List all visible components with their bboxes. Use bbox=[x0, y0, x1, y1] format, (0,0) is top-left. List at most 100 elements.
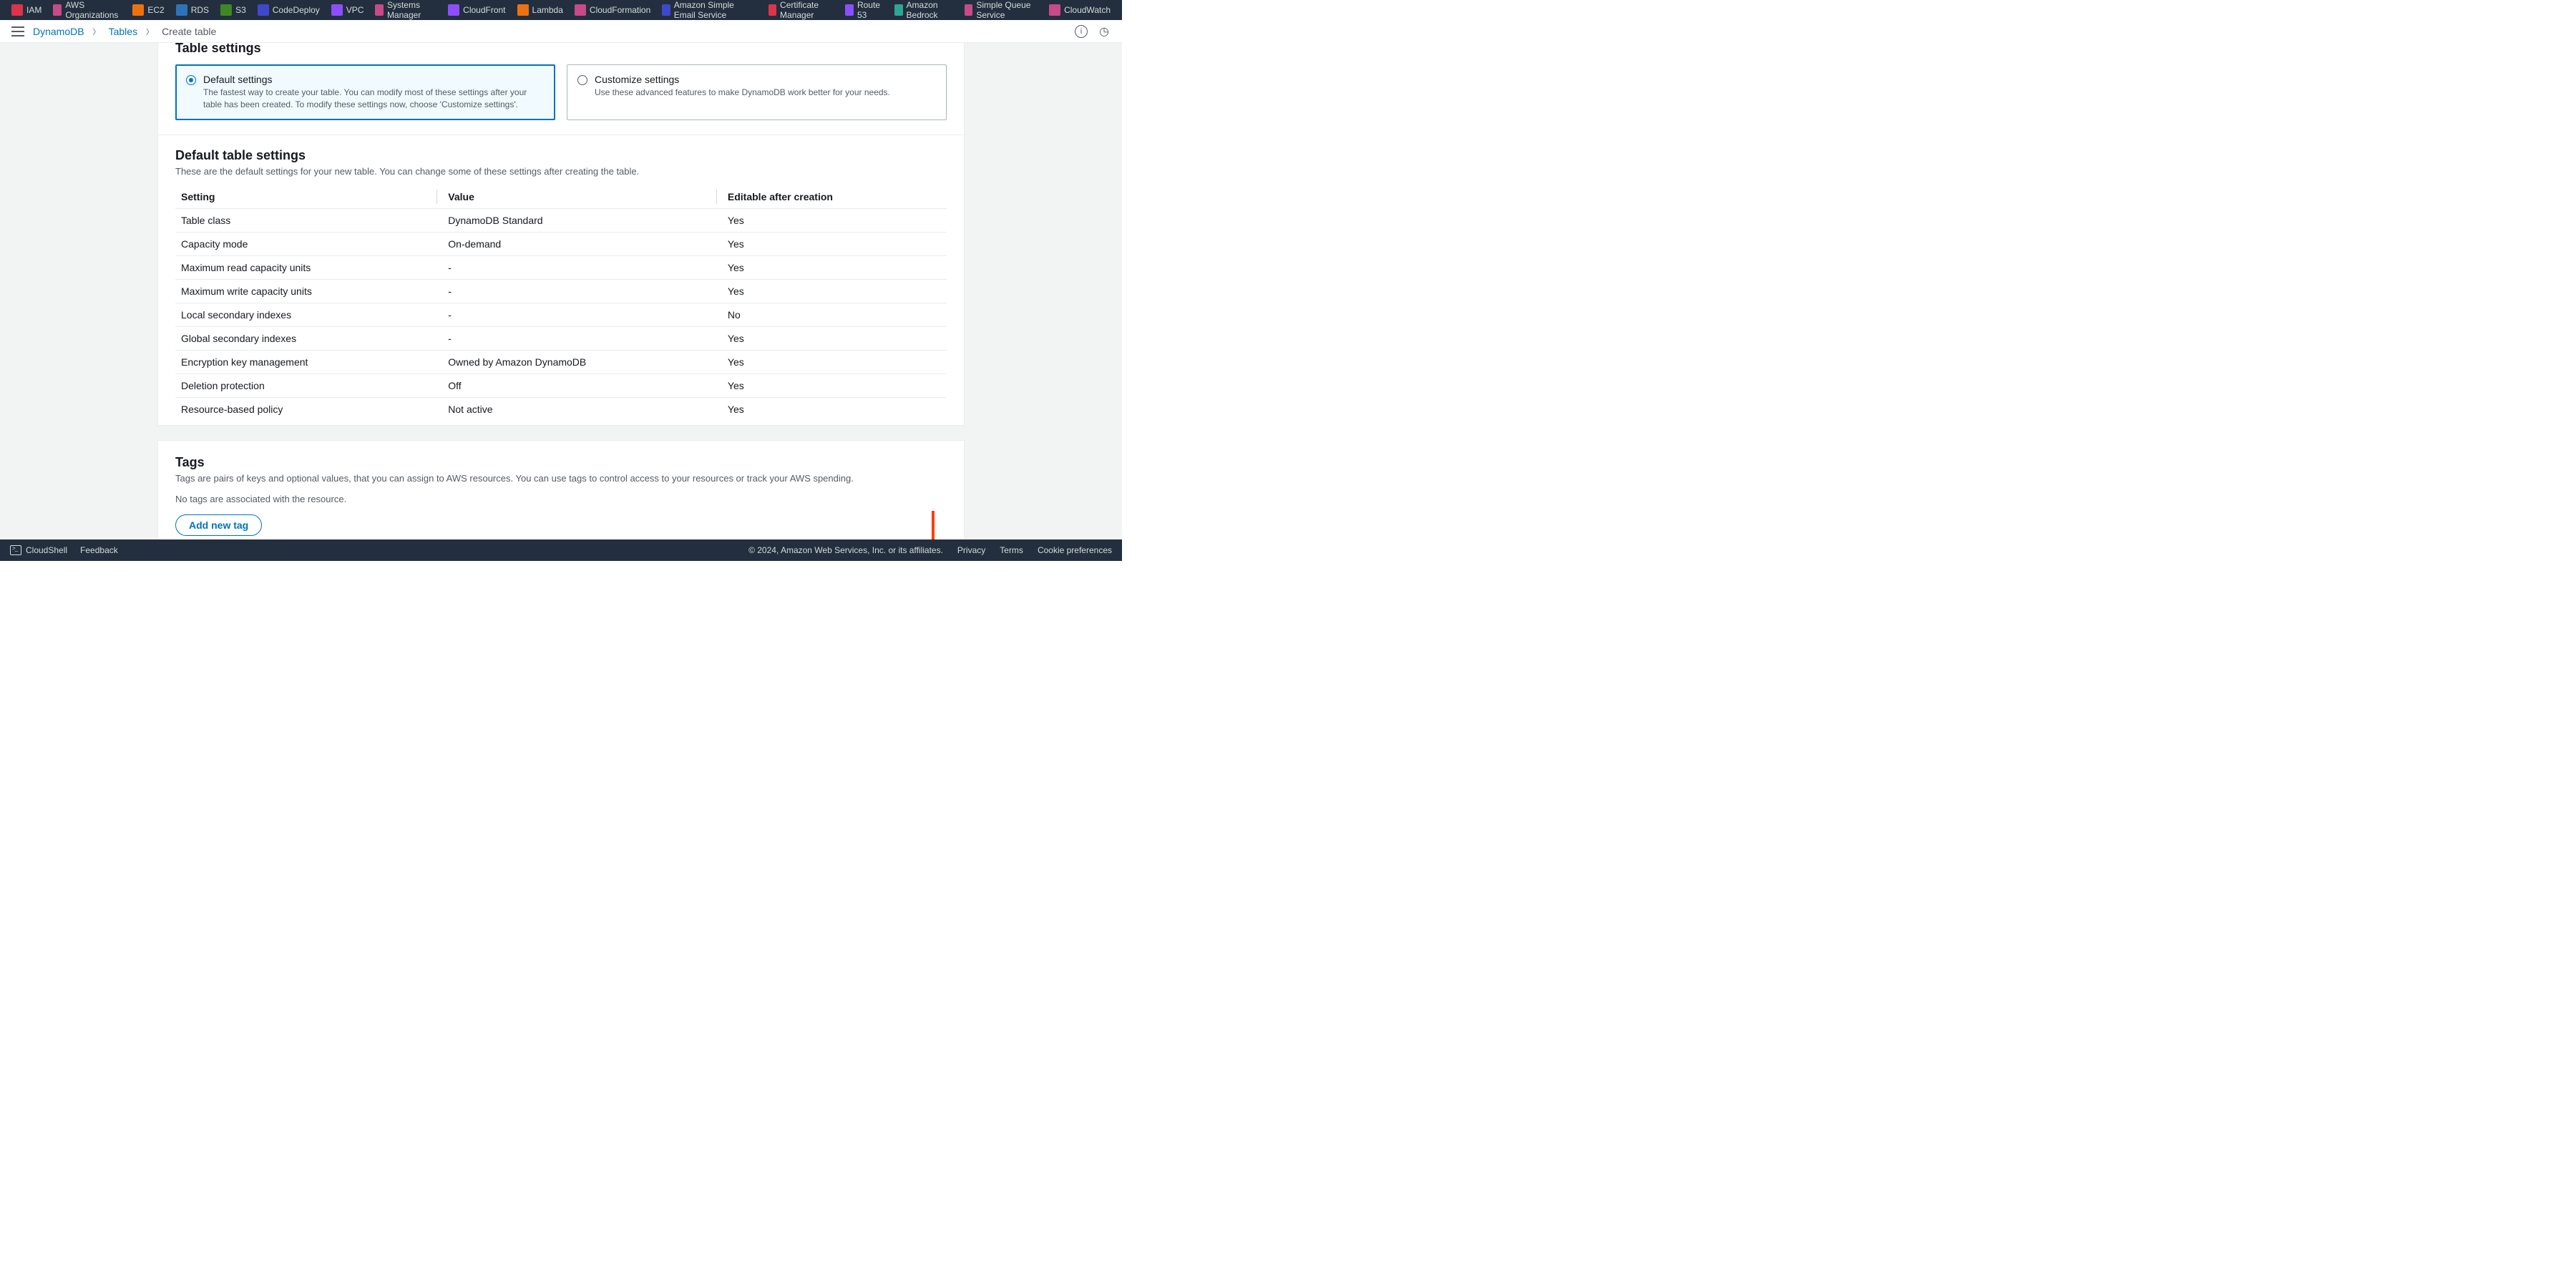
col-setting-header: Setting bbox=[175, 185, 442, 209]
sqs-icon bbox=[965, 4, 972, 16]
value-cell: Not active bbox=[442, 397, 722, 421]
service-label: Route 53 bbox=[857, 0, 883, 20]
info-icon[interactable]: i bbox=[1075, 25, 1088, 38]
privacy-link[interactable]: Privacy bbox=[957, 545, 985, 555]
organizations-icon bbox=[53, 4, 62, 16]
certificate-manager-icon bbox=[769, 4, 776, 16]
editable-cell: Yes bbox=[722, 232, 947, 255]
lambda-icon bbox=[517, 4, 529, 16]
setting-cell: Encryption key management bbox=[175, 350, 442, 373]
editable-cell: No bbox=[722, 303, 947, 326]
bedrock-icon bbox=[894, 4, 902, 16]
service-cloudfront[interactable]: CloudFront bbox=[442, 0, 511, 20]
table-row: Deletion protectionOffYes bbox=[175, 373, 947, 397]
ec2-icon bbox=[132, 4, 144, 16]
dts-subtitle: These are the default settings for your … bbox=[175, 166, 947, 177]
breadcrumb-tables[interactable]: Tables bbox=[109, 26, 137, 37]
editable-cell: Yes bbox=[722, 208, 947, 232]
service-ses[interactable]: Amazon Simple Email Service bbox=[656, 0, 762, 20]
terminal-icon bbox=[10, 545, 21, 555]
cloudwatch-icon bbox=[1049, 4, 1060, 16]
service-label: S3 bbox=[235, 5, 246, 15]
setting-cell: Maximum read capacity units bbox=[175, 255, 442, 279]
table-row: Capacity modeOn-demandYes bbox=[175, 232, 947, 255]
value-cell: Off bbox=[442, 373, 722, 397]
table-settings-panel: Table settings Default settings The fast… bbox=[157, 43, 965, 426]
service-vpc[interactable]: VPC bbox=[326, 0, 370, 20]
feedback-link[interactable]: Feedback bbox=[80, 545, 118, 555]
radio-description: Use these advanced features to make Dyna… bbox=[595, 87, 890, 99]
terms-link[interactable]: Terms bbox=[1000, 545, 1023, 555]
vpc-icon bbox=[331, 4, 343, 16]
editable-cell: Yes bbox=[722, 397, 947, 421]
chevron-right-icon: 〉 bbox=[93, 26, 100, 36]
service-ec2[interactable]: EC2 bbox=[127, 0, 170, 20]
service-label: VPC bbox=[346, 5, 364, 15]
tags-panel: Tags Tags are pairs of keys and optional… bbox=[157, 440, 965, 539]
tags-empty-text: No tags are associated with the resource… bbox=[175, 494, 947, 504]
setting-cell: Capacity mode bbox=[175, 232, 442, 255]
table-row: Local secondary indexes-No bbox=[175, 303, 947, 326]
menu-toggle-icon[interactable] bbox=[11, 26, 24, 36]
radio-icon bbox=[577, 75, 587, 85]
table-settings-header: Table settings bbox=[158, 43, 964, 56]
service-rds[interactable]: RDS bbox=[170, 0, 215, 20]
value-cell: - bbox=[442, 326, 722, 350]
service-cloudwatch[interactable]: CloudWatch bbox=[1043, 0, 1116, 20]
breadcrumb-dynamodb[interactable]: DynamoDB bbox=[33, 26, 84, 37]
editable-cell: Yes bbox=[722, 373, 947, 397]
editable-cell: Yes bbox=[722, 326, 947, 350]
service-iam[interactable]: IAM bbox=[6, 0, 47, 20]
service-bedrock[interactable]: Amazon Bedrock bbox=[889, 0, 959, 20]
service-label: AWS Organizations bbox=[65, 0, 121, 20]
table-row: Maximum read capacity units-Yes bbox=[175, 255, 947, 279]
service-label: Amazon Simple Email Service bbox=[674, 0, 757, 20]
setting-cell: Local secondary indexes bbox=[175, 303, 442, 326]
route53-icon bbox=[845, 4, 854, 16]
radio-default-settings[interactable]: Default settings The fastest way to crea… bbox=[175, 64, 555, 120]
service-cloudformation[interactable]: CloudFormation bbox=[569, 0, 656, 20]
service-label: CloudFormation bbox=[590, 5, 650, 15]
cloudformation-icon bbox=[575, 4, 586, 16]
breadcrumb-bar: DynamoDB 〉 Tables 〉 Create table i ◷ bbox=[0, 20, 1122, 43]
service-label: CodeDeploy bbox=[273, 5, 320, 15]
value-cell: - bbox=[442, 255, 722, 279]
service-route53[interactable]: Route 53 bbox=[839, 0, 889, 20]
service-label: Amazon Bedrock bbox=[907, 0, 953, 20]
service-label: CloudWatch bbox=[1064, 5, 1111, 15]
value-cell: On-demand bbox=[442, 232, 722, 255]
settings-table: Setting Value Editable after creation Ta… bbox=[175, 185, 947, 421]
settings-mode-radios: Default settings The fastest way to crea… bbox=[158, 56, 964, 135]
table-row: Encryption key managementOwned by Amazon… bbox=[175, 350, 947, 373]
service-codedeploy[interactable]: CodeDeploy bbox=[252, 0, 326, 20]
service-sqs[interactable]: Simple Queue Service bbox=[959, 0, 1043, 20]
value-cell: - bbox=[442, 303, 722, 326]
systems-manager-icon bbox=[375, 4, 383, 16]
cookie-preferences-link[interactable]: Cookie preferences bbox=[1038, 545, 1112, 555]
service-label: IAM bbox=[26, 5, 42, 15]
col-value-header: Value bbox=[442, 185, 722, 209]
service-systems-manager[interactable]: Systems Manager bbox=[369, 0, 442, 20]
setting-cell: Resource-based policy bbox=[175, 397, 442, 421]
setting-cell: Maximum write capacity units bbox=[175, 279, 442, 303]
radio-customize-settings[interactable]: Customize settings Use these advanced fe… bbox=[567, 64, 947, 120]
radio-description: The fastest way to create your table. Yo… bbox=[203, 87, 545, 111]
s3-icon bbox=[220, 4, 232, 16]
editable-cell: Yes bbox=[722, 279, 947, 303]
service-certificate-manager[interactable]: Certificate Manager bbox=[763, 0, 840, 20]
clock-icon[interactable]: ◷ bbox=[1098, 25, 1111, 38]
cloudfront-icon bbox=[448, 4, 459, 16]
service-label: CloudFront bbox=[463, 5, 505, 15]
setting-cell: Deletion protection bbox=[175, 373, 442, 397]
dts-title: Default table settings bbox=[175, 148, 947, 163]
top-services-bar: IAM AWS Organizations EC2 RDS S3 CodeDep… bbox=[0, 0, 1122, 20]
add-new-tag-button[interactable]: Add new tag bbox=[175, 514, 262, 536]
copyright-text: © 2024, Amazon Web Services, Inc. or its… bbox=[748, 545, 943, 555]
chevron-right-icon: 〉 bbox=[146, 26, 153, 36]
service-organizations[interactable]: AWS Organizations bbox=[47, 0, 127, 20]
cloudshell-button[interactable]: CloudShell bbox=[10, 545, 67, 555]
setting-cell: Global secondary indexes bbox=[175, 326, 442, 350]
tags-subtitle: Tags are pairs of keys and optional valu… bbox=[175, 473, 947, 484]
service-lambda[interactable]: Lambda bbox=[512, 0, 569, 20]
service-s3[interactable]: S3 bbox=[215, 0, 252, 20]
